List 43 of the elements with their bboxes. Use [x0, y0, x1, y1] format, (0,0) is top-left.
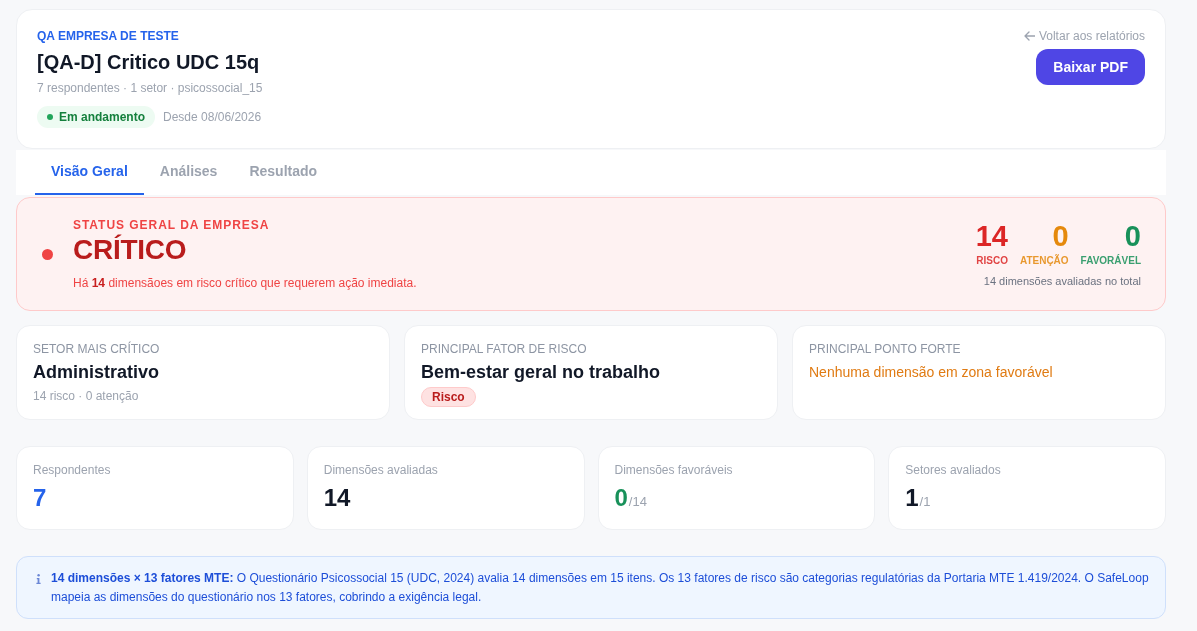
count-value: 0 — [1052, 220, 1069, 252]
tab[interactable]: Resultado — [233, 150, 334, 195]
empty-message: Nenhuma dimensão em zona favorável — [809, 363, 1054, 382]
card-label: PRINCIPAL PONTO FORTE — [809, 341, 962, 357]
count-value: 0 — [1124, 220, 1141, 252]
status-title: CRÍTICO — [73, 233, 188, 267]
info-text: 14 dimensões × 13 fatores MTE: O Questionário Psicossocial 15 (UDC, 2024) avalia 14 dimensões em 15 itens. Os 13 fatores de risco são categorias regulatórias da Portaria MTE 1.419/2024. O SafeLoop mapeia as dimensões do questionário nos 13 fatores, cobrindo a exigência legal. — [51, 570, 1149, 606]
stat-value: 14 — [323, 483, 351, 513]
card-value: Administrativo — [33, 361, 161, 384]
stat-value: 1 — [905, 483, 919, 513]
stat-value: 0 — [614, 483, 628, 513]
status-message: Há 14 dimensãoes em risco crítico que requerem ação imediata. — [73, 275, 417, 291]
status-dot-icon — [42, 248, 53, 260]
total-note: 14 dimensões avaliadas no total — [983, 274, 1141, 288]
stat-total: /1 — [919, 494, 931, 510]
info-icon — [36, 574, 41, 584]
status-eyebrow: STATUS GERAL DA EMPRESA — [73, 217, 271, 233]
count-label: FAVORÁVEL — [1080, 255, 1141, 267]
report-meta: 7 respondentes · 1 setor · psicossocial_15 — [37, 80, 263, 96]
stat-label: Dimensões favoráveis — [614, 462, 734, 478]
stat-value: 7 — [33, 483, 47, 513]
card-label: PRINCIPAL FATOR DE RISCO — [421, 341, 588, 357]
count-label: ATENÇÃO — [1019, 255, 1069, 267]
status-text: Em andamento — [59, 109, 145, 125]
count-value: 14 — [975, 220, 1008, 252]
stat-label: Respondentes — [33, 462, 112, 478]
card-value: Bem-estar geral no trabalho — [421, 361, 662, 384]
status-dot-icon — [47, 114, 53, 120]
tab[interactable]: Visão Geral — [35, 150, 144, 195]
report-title: [QA-D] Critico UDC 15q — [37, 50, 261, 75]
company-name: QA EMPRESA DE TESTE — [37, 28, 180, 44]
arrow-left-icon — [1023, 31, 1035, 41]
stat-label: Dimensões avaliadas — [323, 462, 439, 478]
risk-tag: Risco — [421, 387, 476, 407]
card-note: 14 risco · 0 atenção — [33, 388, 140, 404]
card-label: SETOR MAIS CRÍTICO — [33, 341, 161, 357]
stat-label: Setores avaliados — [905, 462, 1002, 478]
count-label: RISCO — [976, 255, 1008, 267]
tab[interactable]: Análises — [143, 150, 234, 195]
back-link[interactable]: Voltar aos relatórios — [1023, 28, 1145, 44]
since-date: Desde 08/06/2026 — [163, 109, 262, 125]
download-button[interactable]: Baixar PDF — [1036, 49, 1145, 85]
stat-total: /14 — [628, 494, 647, 510]
